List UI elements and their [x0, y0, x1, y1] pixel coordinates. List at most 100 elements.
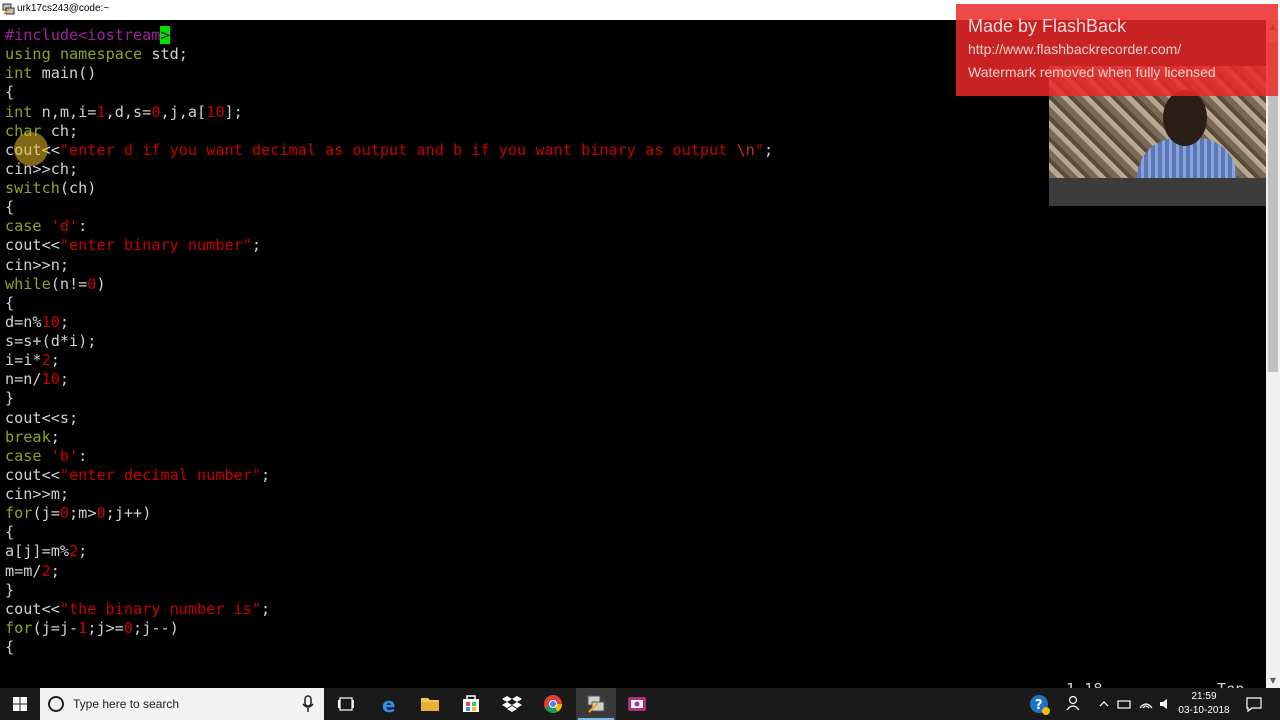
code-token: m=m/ [5, 561, 42, 580]
code-token: int [5, 64, 33, 83]
code-line: n=n/10; [5, 370, 773, 389]
vertical-scrollbar[interactable]: ▲ ▼ [1266, 20, 1280, 688]
chrome-app[interactable] [533, 688, 573, 720]
windows-icon [13, 697, 27, 711]
task-view-button[interactable] [326, 688, 366, 720]
code-line: { [5, 638, 773, 657]
code-token: "enter binary number" [59, 236, 252, 255]
code-token: cout<< [5, 236, 60, 255]
folder-icon [421, 698, 439, 711]
store-icon [463, 695, 479, 712]
code-line: case 'd': [5, 217, 773, 236]
task-view-icon [338, 697, 354, 711]
code-token: ; [78, 542, 88, 561]
code-line: cout<<s; [5, 409, 773, 428]
code-line: { [5, 198, 773, 217]
code-token: 10 [206, 102, 225, 121]
code-token: ,d,s= [105, 102, 152, 121]
clock-time: 21:59 [1191, 691, 1217, 702]
action-center-button[interactable] [1240, 688, 1268, 720]
dropbox-icon [502, 696, 522, 712]
putty-icon [587, 695, 605, 713]
code-line: s=s+(d*i); [5, 332, 773, 351]
code-token: 1 [78, 618, 88, 637]
code-line: for(j=j-1;j>=0;j--) [5, 619, 773, 638]
code-token: d=n% [5, 312, 42, 331]
code-token: : [78, 217, 88, 236]
code-line: cout<<"enter binary number"; [5, 236, 773, 255]
people-tray[interactable] [1062, 688, 1086, 720]
code-content: #include<iostream> using namespace std; in… [5, 26, 773, 657]
svg-text:e: e [382, 693, 396, 717]
code-token: cout<< [5, 465, 60, 484]
code-line: using namespace std; [5, 45, 773, 64]
code-line: } [5, 389, 773, 408]
putty-icon [2, 3, 15, 15]
search-placeholder: Type here to search [73, 697, 180, 711]
code-token: 'd' [50, 217, 79, 236]
code-line: i=i*2; [5, 351, 773, 370]
code-line: cin>>ch; [5, 160, 773, 179]
taskbar-clock[interactable]: 21:59 03-10-2018 [1178, 690, 1230, 718]
help-icon: ? [1030, 695, 1050, 715]
watermark-title: Made by FlashBack [968, 16, 1127, 36]
dropbox-app[interactable] [492, 688, 532, 720]
cortana-icon [48, 696, 64, 712]
watermark-url: http://www.flashbackrecorder.com/ [968, 41, 1182, 57]
code-token: s=s+(d*i); [5, 332, 97, 350]
code-token: (j=j- [32, 618, 79, 637]
code-token: for [5, 618, 33, 637]
code-token: 2 [69, 542, 79, 561]
file-explorer-app[interactable] [410, 688, 450, 720]
code-token: (j= [32, 504, 60, 523]
code-line: cout<<"enter decimal number"; [5, 466, 773, 485]
code-line: break; [5, 428, 773, 447]
code-token: ; [763, 140, 774, 159]
code-token: { [5, 198, 15, 217]
webcam-person-head [1163, 90, 1207, 146]
chrome-icon [544, 695, 562, 714]
start-button[interactable] [0, 688, 40, 720]
code-token: } [5, 389, 15, 408]
code-token: ; [59, 370, 70, 389]
code-token: ch; [41, 121, 79, 140]
code-token: case [5, 217, 42, 236]
code-token: (ch) [59, 179, 97, 197]
code-token: 2 [41, 351, 51, 370]
code-token: i=i* [5, 351, 42, 370]
putty-app[interactable] [576, 688, 616, 720]
code-token: ;j>= [87, 618, 124, 637]
recorder-watermark: Made by FlashBack http://www.flashbackre… [956, 4, 1278, 96]
code-token: cin>>n; [5, 255, 70, 274]
system-tray-icons[interactable] [1094, 688, 1174, 720]
code-line: switch(ch) [5, 179, 773, 198]
code-token: " [754, 140, 764, 159]
clock-date: 03-10-2018 [1178, 705, 1230, 716]
code-line: while(n!=0) [5, 275, 773, 294]
code-token: ;j++) [105, 504, 152, 523]
code-token: ; [50, 351, 60, 370]
code-line: { [5, 523, 773, 542]
code-token: { [5, 83, 15, 102]
code-token: cout<< [5, 599, 60, 618]
code-token: main() [32, 64, 97, 83]
code-token: : [78, 446, 88, 465]
recorder-app[interactable] [617, 688, 657, 720]
edge-app[interactable]: e [370, 688, 410, 720]
code-token: ; [261, 465, 271, 484]
store-app[interactable] [451, 688, 491, 720]
code-token: <iostream [78, 26, 161, 44]
code-token: ; [251, 236, 262, 255]
scroll-down-icon[interactable]: ▼ [1266, 674, 1280, 688]
help-tray[interactable]: ? [1026, 688, 1052, 720]
svg-text:?: ? [1035, 698, 1043, 713]
code-line: int n,m,i=1,d,s=0,j,a[10]; [5, 103, 773, 122]
code-token: "the binary number is" [59, 599, 262, 618]
text-cursor: > [160, 26, 170, 44]
taskbar-search[interactable]: Type here to search [40, 688, 324, 720]
microphone-icon[interactable] [302, 695, 314, 713]
code-line: int main() [5, 64, 773, 83]
window-title: urk17cs243@code:~ [17, 3, 110, 14]
